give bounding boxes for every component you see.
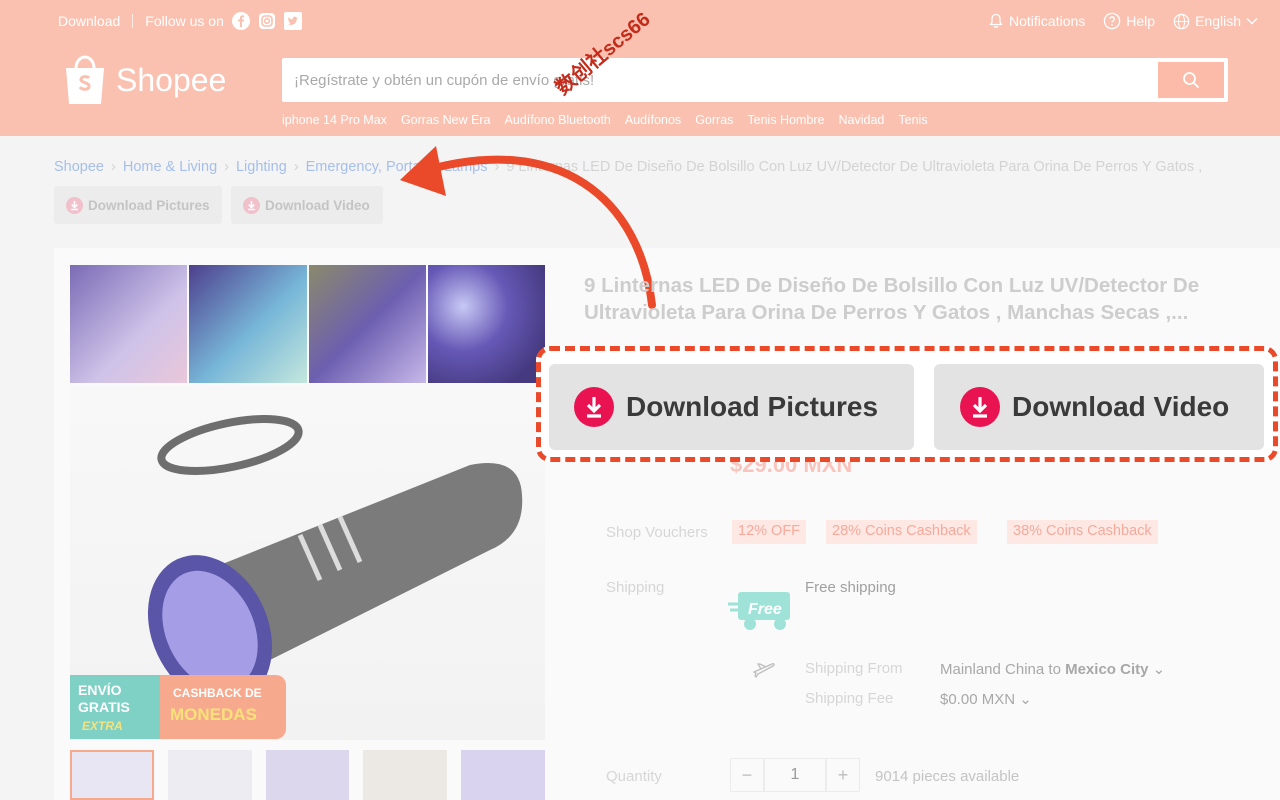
shipping-label: Shipping <box>606 579 665 596</box>
product-image-collage[interactable] <box>70 265 545 383</box>
chevron-down-icon: ⌄ <box>1019 691 1032 708</box>
product-image-thumb[interactable] <box>427 265 545 383</box>
thumbnail[interactable] <box>461 750 545 800</box>
thumbnail-strip <box>70 750 545 800</box>
product-image-thumb[interactable] <box>308 265 426 383</box>
download-pictures-button[interactable]: Download Pictures <box>549 364 914 450</box>
fee-amount: $0.00 MXN <box>940 691 1016 708</box>
download-video-button[interactable]: Download Video <box>934 364 1264 450</box>
quantity-input[interactable]: 1 <box>764 758 826 792</box>
voucher-tag[interactable]: 12% OFF <box>732 520 807 544</box>
badge-text: EXTRA <box>82 719 123 733</box>
voucher-tag[interactable]: 38% Coins Cashback <box>1007 520 1158 544</box>
quantity-stepper: − 1 + <box>730 758 860 792</box>
badge-text: ENVÍO <box>78 682 122 698</box>
shipping-origin: Mainland China to <box>940 661 1061 678</box>
shipping-destination: Mexico City <box>1065 661 1149 678</box>
thumbnail[interactable] <box>363 750 448 800</box>
airplane-icon <box>752 663 775 678</box>
stock-available: 9014 pieces available <box>875 768 1020 785</box>
product-image-thumb[interactable] <box>70 265 188 383</box>
product-title: 9 Linternas LED De Diseño De Bolsillo Co… <box>584 274 1200 324</box>
shipping-fee-value[interactable]: $0.00 MXN ⌄ <box>940 690 1032 708</box>
thumbnail[interactable] <box>265 750 350 800</box>
thumbnail[interactable] <box>70 750 154 800</box>
truck-label: Free <box>748 601 782 618</box>
button-label: Download Pictures <box>626 391 879 422</box>
free-shipping-truck-icon: Free <box>728 592 790 630</box>
thumbnail[interactable] <box>167 750 252 800</box>
chevron-down-icon: ⌄ <box>1152 661 1166 678</box>
shipping-fee-label: Shipping Fee <box>805 690 894 707</box>
shipping-from-label: Shipping From <box>805 660 903 677</box>
badge-text: GRATIS <box>78 699 130 715</box>
decrease-button[interactable]: − <box>730 758 764 792</box>
button-label: Download Video <box>1012 391 1230 422</box>
voucher-tag[interactable]: 28% Coins Cashback <box>826 520 977 544</box>
badge-text: MONEDAS <box>170 705 257 724</box>
increase-button[interactable]: + <box>826 758 860 792</box>
download-icon <box>574 387 614 427</box>
free-shipping-text: Free shipping <box>805 579 896 596</box>
shipping-from-value[interactable]: Mainland China to Mexico City ⌄ <box>940 660 1165 678</box>
shop-vouchers-label: Shop Vouchers <box>606 524 708 541</box>
quantity-label: Quantity <box>606 768 662 785</box>
free-shipping-cashback-badge: ENVÍO GRATIS EXTRA CASHBACK DE MONEDAS <box>70 675 286 739</box>
product-image-thumb[interactable] <box>189 265 307 383</box>
badge-text: CASHBACK DE <box>173 686 262 700</box>
download-icon <box>960 387 1000 427</box>
